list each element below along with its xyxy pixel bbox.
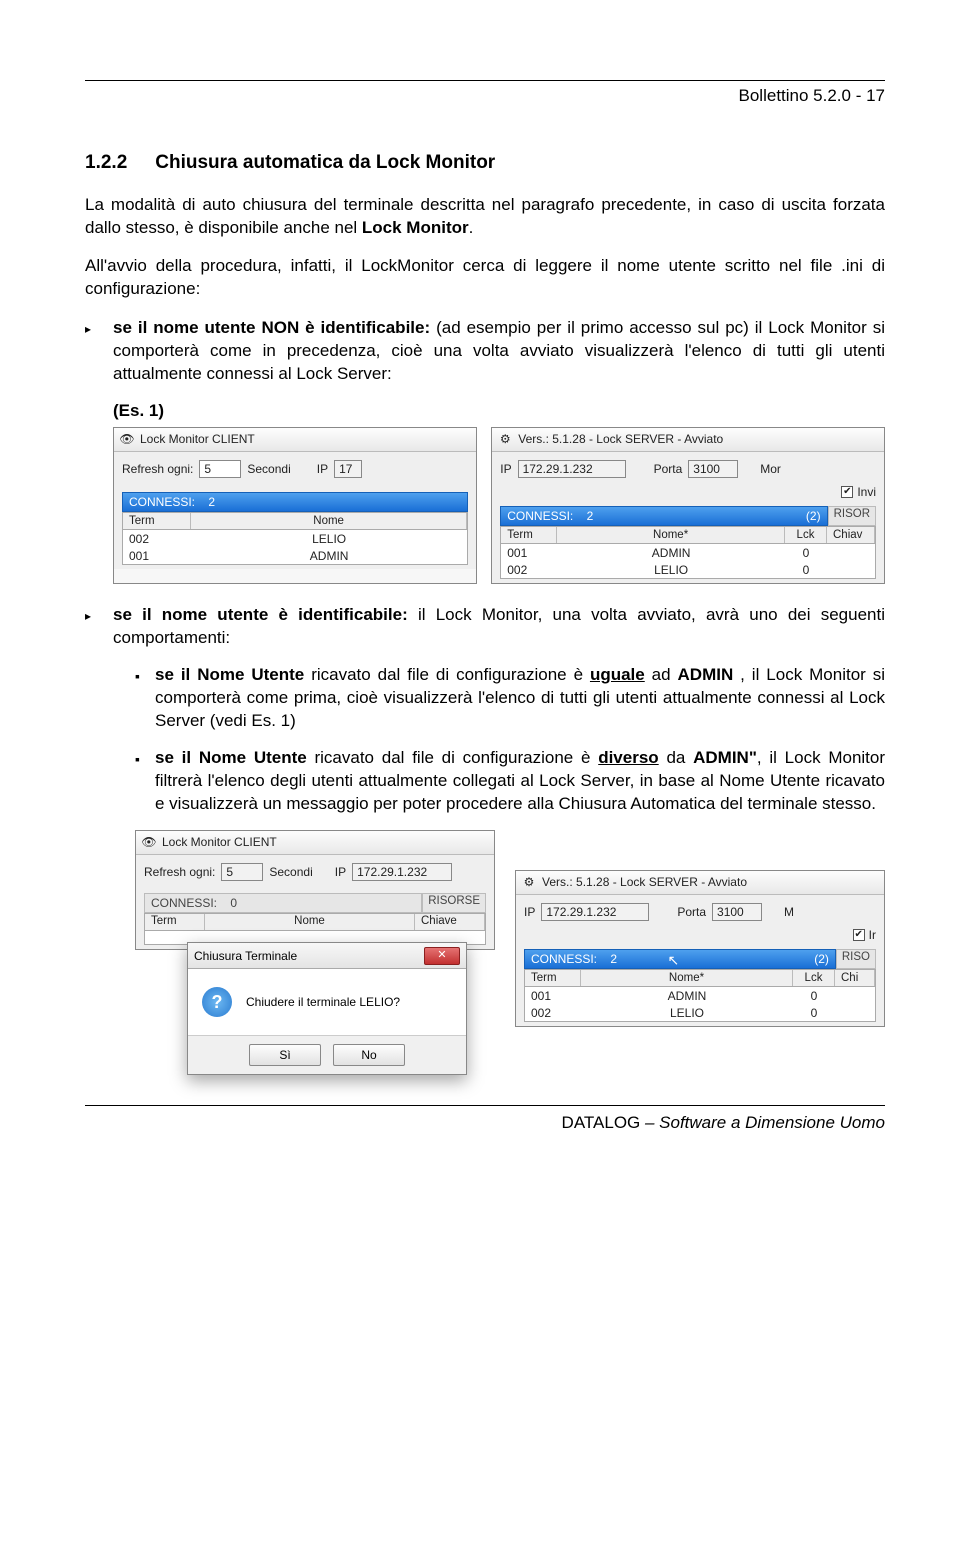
connessi-bar: CONNESSI: 2 ↖ (2) (524, 949, 836, 969)
ip-label: IP (500, 461, 511, 477)
gear-icon: ⚙ (522, 875, 536, 889)
refresh-label: Refresh ogni: (122, 461, 193, 477)
risorse-tag: RISORSE (422, 893, 486, 913)
header-text: Bollettino 5.2.0 - 17 (85, 85, 885, 108)
bullet-marker: ▸ (85, 604, 113, 650)
window-title: Vers.: 5.1.28 - Lock SERVER - Avviato (542, 874, 747, 890)
porta-input[interactable]: 3100 (712, 903, 762, 921)
bullet-marker: ▪ (135, 747, 155, 816)
window-titlebar: 👁 Lock Monitor CLIENT (136, 831, 494, 855)
ip-label: IP (335, 864, 346, 880)
table-header: Term Nome (122, 512, 468, 530)
window-title: Lock Monitor CLIENT (140, 431, 255, 447)
dialog-titlebar: Chiusura Terminale ✕ (188, 943, 466, 969)
table-row[interactable]: 001ADMIN (123, 547, 467, 564)
section-title-text: Chiusura automatica da Lock Monitor (155, 152, 495, 173)
porta-label: Porta (654, 461, 683, 477)
table-body: 001ADMIN0 002LELIO0 (500, 544, 876, 579)
riso-tag: RISO (836, 949, 876, 969)
table-row[interactable]: 002LELIO0 (501, 561, 875, 578)
footer-text: DATALOG – Software a Dimensione Uomo (85, 1112, 885, 1135)
close-button[interactable]: ✕ (424, 947, 460, 965)
screenshots-row-1: 👁 Lock Monitor CLIENT Refresh ogni: 5 Se… (113, 427, 885, 584)
window-titlebar: ⚙ Vers.: 5.1.28 - Lock SERVER - Avviato (516, 871, 884, 895)
ip-label: IP (524, 904, 535, 920)
paragraph-2: All'avvio della procedura, infatti, il L… (85, 255, 885, 301)
table-header: Term Nome* Lck Chi (524, 969, 876, 987)
chiusura-terminale-dialog: Chiusura Terminale ✕ ? Chiudere il termi… (187, 942, 467, 1075)
bullet-marker: ▸ (85, 317, 113, 386)
cursor-icon: ↖ (668, 951, 680, 970)
table-row[interactable]: 002LELIO0 (525, 1004, 875, 1021)
connessi-bar: CONNESSI: 2 (2) (500, 506, 827, 526)
ip-input[interactable]: 172.29.1.232 (518, 460, 626, 478)
question-icon: ? (202, 987, 232, 1017)
ir-checkbox[interactable]: ✔Ir (853, 927, 876, 943)
yes-button[interactable]: Sì (249, 1044, 321, 1066)
sub-bullet-2: ▪ se il Nome Utente ricavato dal file di… (135, 747, 885, 816)
refresh-input[interactable]: 5 (221, 863, 263, 881)
invi-checkbox[interactable]: ✔Invi (841, 484, 876, 500)
window-titlebar: ⚙ Vers.: 5.1.28 - Lock SERVER - Avviato (492, 428, 884, 452)
table-row[interactable]: 001ADMIN0 (501, 544, 875, 561)
window-titlebar: 👁 Lock Monitor CLIENT (114, 428, 476, 452)
ip-input[interactable]: 172.29.1.232 (352, 863, 452, 881)
m-label: M (784, 904, 794, 920)
table-body: 001ADMIN0 002LELIO0 (524, 987, 876, 1022)
refresh-input[interactable]: 5 (199, 460, 241, 478)
bullet-marker: ▪ (135, 664, 155, 733)
header-rule (85, 80, 885, 81)
lock-monitor-client-window: 👁 Lock Monitor CLIENT Refresh ogni: 5 Se… (113, 427, 477, 584)
connessi-bar: CONNESSI: 2 (122, 492, 468, 512)
eye-icon: 👁 (120, 433, 134, 447)
eye-icon: 👁 (142, 835, 156, 849)
ip-input[interactable]: 17 (334, 460, 362, 478)
refresh-label: Refresh ogni: (144, 864, 215, 880)
sub-bullet-1: ▪ se il Nome Utente ricavato dal file di… (135, 664, 885, 733)
mor-label: Mor (760, 461, 781, 477)
dialog-title-text: Chiusura Terminale (194, 948, 297, 964)
lock-server-window-2: ⚙ Vers.: 5.1.28 - Lock SERVER - Avviato … (515, 870, 885, 1027)
ip-label: IP (317, 461, 328, 477)
lock-server-window: ⚙ Vers.: 5.1.28 - Lock SERVER - Avviato … (491, 427, 885, 584)
secondi-label: Secondi (269, 864, 312, 880)
table-body: 002LELIO 001ADMIN (122, 530, 468, 565)
section-heading: 1.2.2 Chiusura automatica da Lock Monitor (85, 150, 885, 176)
bullet-item-2: ▸ se il nome utente è identificabile: il… (85, 604, 885, 650)
risorse-tag: RISOR (828, 506, 876, 526)
ip-input[interactable]: 172.29.1.232 (541, 903, 649, 921)
table-row[interactable]: 001ADMIN0 (525, 987, 875, 1004)
table-header: Term Nome Chiave (144, 913, 486, 931)
bullet-item-1: ▸ se il nome utente NON è identificabile… (85, 317, 885, 386)
connessi-bar-plain: CONNESSI: 0 (144, 893, 422, 913)
no-button[interactable]: No (333, 1044, 405, 1066)
screenshots-row-2: 👁 Lock Monitor CLIENT Refresh ogni: 5 Se… (135, 830, 885, 1075)
table-row[interactable]: 002LELIO (123, 530, 467, 547)
footer-rule (85, 1105, 885, 1106)
window-title: Lock Monitor CLIENT (162, 834, 277, 850)
table-header: Term Nome* Lck Chiav (500, 526, 876, 544)
section-number: 1.2.2 (85, 150, 127, 176)
dialog-message: Chiudere il terminale LELIO? (246, 994, 400, 1010)
paragraph-1: La modalità di auto chiusura del termina… (85, 194, 885, 240)
porta-label: Porta (677, 904, 706, 920)
example-label-1: (Es. 1) (113, 400, 885, 423)
secondi-label: Secondi (247, 461, 290, 477)
gear-icon: ⚙ (498, 433, 512, 447)
lock-monitor-client-window-2: 👁 Lock Monitor CLIENT Refresh ogni: 5 Se… (135, 830, 495, 950)
porta-input[interactable]: 3100 (688, 460, 738, 478)
window-title: Vers.: 5.1.28 - Lock SERVER - Avviato (518, 431, 723, 447)
